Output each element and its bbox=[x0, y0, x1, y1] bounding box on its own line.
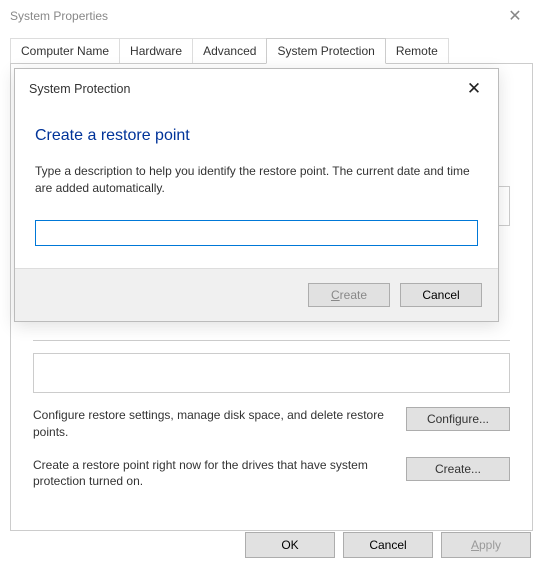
dialog-main-buttons: OK Cancel Apply bbox=[245, 532, 531, 558]
dialog-description: Type a description to help you identify … bbox=[35, 163, 478, 198]
divider bbox=[33, 340, 510, 341]
tab-hardware[interactable]: Hardware bbox=[119, 38, 193, 63]
close-icon[interactable]: ✕ bbox=[464, 79, 484, 99]
cancel-button[interactable]: Cancel bbox=[343, 532, 433, 558]
dialog-cancel-button[interactable]: Cancel bbox=[400, 283, 482, 307]
system-properties-window: System Properties ✕ Computer Name Hardwa… bbox=[0, 0, 543, 568]
tab-computer-name[interactable]: Computer Name bbox=[10, 38, 120, 63]
dialog-heading: Create a restore point bbox=[35, 127, 478, 145]
tab-strip: Computer Name Hardware Advanced System P… bbox=[0, 32, 543, 63]
tab-system-protection[interactable]: System Protection bbox=[266, 38, 385, 64]
tab-remote[interactable]: Remote bbox=[385, 38, 449, 63]
configure-description: Configure restore settings, manage disk … bbox=[33, 407, 394, 441]
dialog-footer: Create Cancel bbox=[15, 268, 498, 321]
restore-point-description-input[interactable] bbox=[35, 220, 478, 246]
dialog-title: System Protection bbox=[29, 82, 464, 96]
apply-button[interactable]: Apply bbox=[441, 532, 531, 558]
tab-advanced[interactable]: Advanced bbox=[192, 38, 267, 63]
titlebar: System Properties ✕ bbox=[0, 0, 543, 32]
dialog-header: System Protection ✕ bbox=[15, 69, 498, 105]
close-icon[interactable]: ✕ bbox=[495, 2, 535, 30]
protection-settings-group bbox=[33, 353, 510, 393]
window-title: System Properties bbox=[8, 9, 495, 23]
configure-button[interactable]: Configure... bbox=[406, 407, 510, 431]
create-restore-point-button[interactable]: Create... bbox=[406, 457, 510, 481]
create-restore-point-dialog: System Protection ✕ Create a restore poi… bbox=[14, 68, 499, 322]
create-description: Create a restore point right now for the… bbox=[33, 457, 394, 491]
ok-button[interactable]: OK bbox=[245, 532, 335, 558]
dialog-body: Create a restore point Type a descriptio… bbox=[15, 105, 498, 268]
dialog-create-button[interactable]: Create bbox=[308, 283, 390, 307]
